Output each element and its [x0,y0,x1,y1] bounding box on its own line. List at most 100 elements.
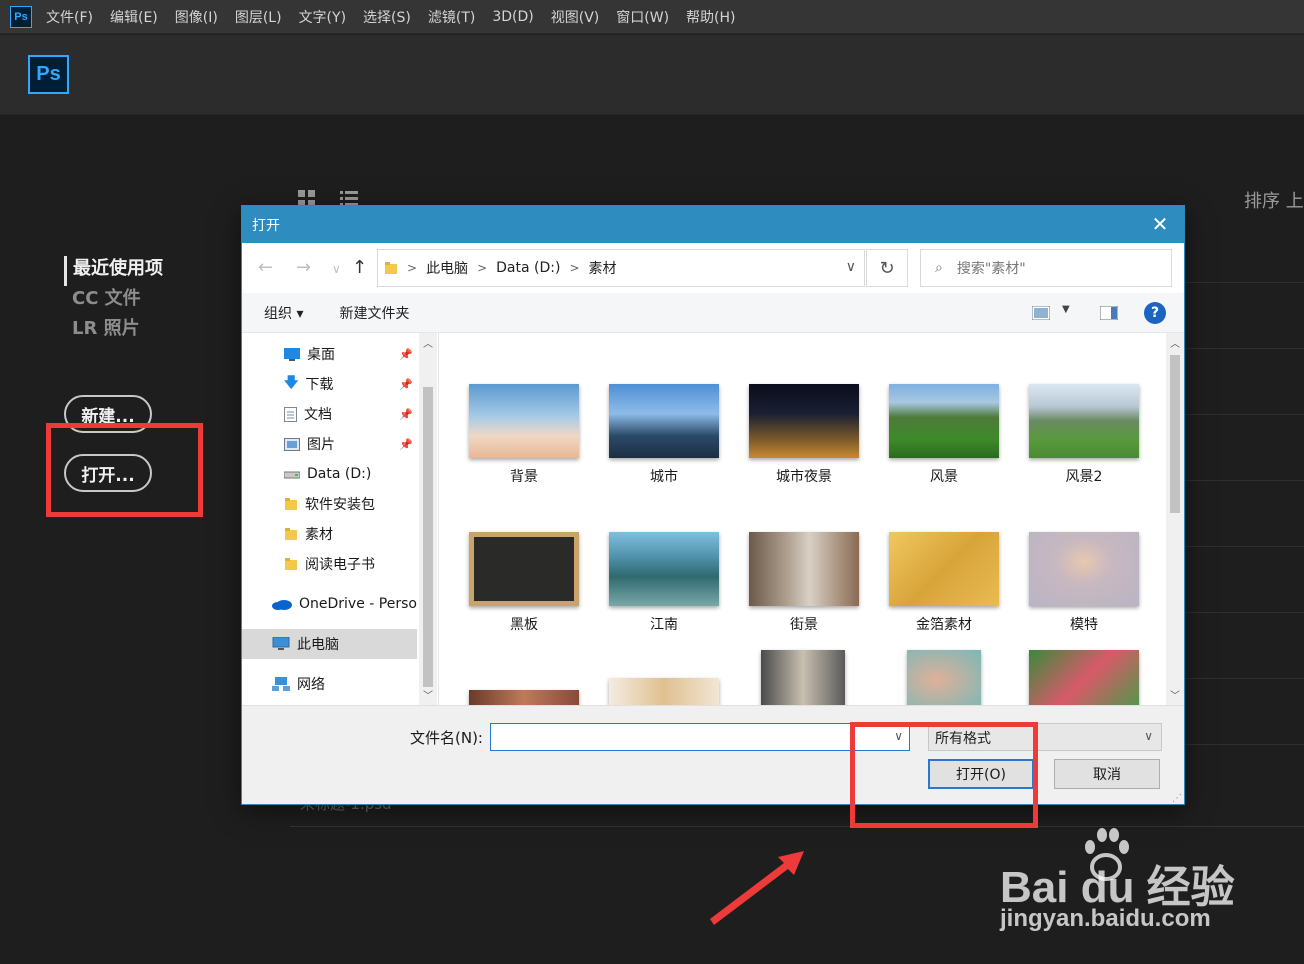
tree-label: 软件安装包 [305,497,375,513]
back-arrow-icon[interactable]: ← [258,257,273,278]
tree-item-pictures[interactable]: 图片 📌 [242,429,417,459]
navigation-scrollbar[interactable]: ︿ ﹀ [419,333,437,705]
network-icon [272,677,290,691]
address-bar[interactable]: > 此电脑 > Data (D:) > 素材 ∨ [377,249,865,287]
pin-icon: 📌 [399,407,413,421]
nav-recent[interactable]: 最近使用项 [64,256,163,286]
file-name: 风景2 [1065,469,1103,485]
tree-label: 下载 [305,377,334,393]
breadcrumb-drive[interactable]: Data (D:) [496,260,560,276]
folder-icon [285,498,297,510]
file-item[interactable]: 江南 [609,532,719,634]
sort-label[interactable]: 排序 上 [1244,187,1304,213]
tree-item-data-drive[interactable]: Data (D:) [242,459,417,489]
thumbnail-image [1029,650,1139,705]
menu-select[interactable]: 选择(S) [363,7,411,27]
photoshop-home-logo-icon[interactable]: Ps [28,55,69,94]
search-input[interactable]: ⌕ 搜索"素材" [920,249,1172,287]
menu-image[interactable]: 图像(I) [175,7,218,27]
tree-item-folder-materials[interactable]: 素材 [242,519,417,549]
file-grid: 背景 城市 城市夜景 风景 风景2 黑板 江南 街景 金箔素材 模特 ︿ ﹀ [440,333,1184,705]
preview-pane-icon[interactable] [1100,306,1118,320]
file-name: 城市 [650,469,678,485]
nav-lr-photos[interactable]: LR 照片 [64,316,163,346]
file-name: 黑板 [510,617,538,633]
annotation-arrow-icon [710,851,804,925]
menu-help[interactable]: 帮助(H) [686,7,735,27]
desktop-icon [284,347,300,361]
chevron-down-icon: ∨ [1144,729,1153,743]
scrollbar-thumb[interactable] [423,387,433,687]
file-item[interactable]: 城市夜景 [749,384,859,486]
forward-arrow-icon[interactable]: → [296,257,311,278]
photoshop-logo-icon[interactable]: Ps [10,5,32,28]
file-item[interactable] [907,650,981,705]
file-item[interactable] [761,650,845,705]
tree-item-folder-ebooks[interactable]: 阅读电子书 [242,549,417,579]
thumbnail-image [889,532,999,606]
tree-item-onedrive[interactable]: OneDrive - Perso [242,589,417,619]
file-name: 江南 [650,617,678,633]
menu-layer[interactable]: 图层(L) [235,7,282,27]
breadcrumb-this-pc[interactable]: 此电脑 [426,258,468,278]
folder-icon [285,558,297,570]
file-item[interactable]: 金箔素材 [889,532,999,634]
menu-view[interactable]: 视图(V) [551,7,600,27]
file-item[interactable]: 城市 [609,384,719,486]
file-item[interactable]: 背景 [469,384,579,486]
tree-label: OneDrive - Perso [299,596,417,612]
menu-file[interactable]: 文件(F) [46,7,93,27]
up-arrow-icon[interactable]: ↑ [352,257,367,278]
file-item[interactable]: 风景 [889,384,999,486]
thumbnail-image [749,384,859,458]
navigation-pane: 桌面 📌 🡇 下载 📌 文档 📌 图片 📌 Data (D:) 软件安装包 素材… [242,333,439,705]
file-item[interactable]: 黑板 [469,532,579,634]
help-icon[interactable]: ? [1144,302,1166,324]
tree-item-downloads[interactable]: 🡇 下载 📌 [242,369,417,399]
file-item[interactable]: 街景 [749,532,859,634]
file-item[interactable] [1029,650,1139,705]
dialog-cancel-button[interactable]: 取消 [1054,759,1160,789]
scroll-up-icon[interactable]: ︿ [1170,335,1180,350]
resize-grip-icon[interactable]: ⋰ [1172,793,1182,804]
chevron-down-icon[interactable]: ∨ [846,259,856,275]
scroll-up-icon[interactable]: ︿ [423,335,433,350]
menu-3d[interactable]: 3D(D) [492,9,533,25]
refresh-button[interactable]: ↻ [866,249,908,287]
menu-type[interactable]: 文字(Y) [299,7,346,27]
view-options-icon[interactable] [1032,306,1050,320]
tree-label: 文档 [304,407,332,423]
scroll-down-icon[interactable]: ﹀ [423,687,433,702]
filename-input[interactable]: ∨ [490,723,910,751]
file-name: 街景 [790,617,818,633]
menu-window[interactable]: 窗口(W) [616,7,669,27]
file-item[interactable]: 风景2 [1029,384,1139,486]
file-item[interactable] [469,690,579,705]
close-icon[interactable]: ✕ [1148,212,1172,236]
file-grid-scrollbar[interactable]: ︿ ﹀ [1166,333,1184,705]
history-dropdown-icon[interactable]: ∨ [332,262,341,276]
file-item[interactable] [609,678,719,705]
file-item[interactable]: 模特 [1029,532,1139,634]
thumbnail-image [1029,532,1139,606]
tree-item-network[interactable]: 网络 [242,669,417,699]
tree-item-folder-software[interactable]: 软件安装包 [242,489,417,519]
picture-icon [284,437,300,451]
scrollbar-thumb[interactable] [1170,355,1180,513]
nav-cc-files[interactable]: CC 文件 [64,286,163,316]
menu-edit[interactable]: 编辑(E) [110,7,158,27]
menu-filter[interactable]: 滤镜(T) [428,7,475,27]
open-file-dialog: 打开 ✕ ← → ∨ ↑ > 此电脑 > Data (D:) > 素材 ∨ ↻ … [241,205,1185,805]
breadcrumb-folder[interactable]: 素材 [589,258,617,278]
organize-menu[interactable]: 组织 ▾ [264,303,303,323]
filename-label: 文件名(N): [410,729,483,747]
tree-item-documents[interactable]: 文档 📌 [242,399,417,429]
tree-item-desktop[interactable]: 桌面 📌 [242,339,417,369]
thumbnail-image [889,384,999,458]
file-name: 模特 [1070,617,1098,633]
view-dropdown-icon[interactable]: ▼ [1062,304,1070,315]
scroll-down-icon[interactable]: ﹀ [1170,687,1180,702]
tree-item-this-pc[interactable]: 此电脑 [242,629,417,659]
new-folder-button[interactable]: 新建文件夹 [339,303,409,323]
folder-icon [285,528,297,540]
